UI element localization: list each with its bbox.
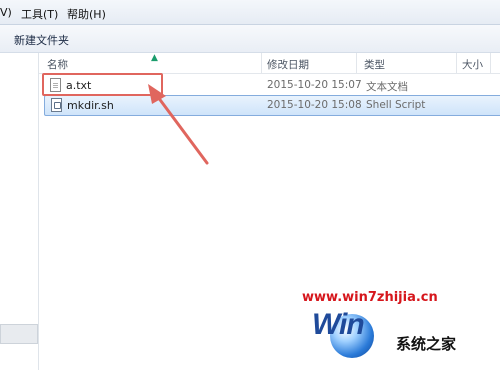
watermark-logo-text: 系统之家 xyxy=(396,335,457,353)
watermark-logo-word: Win xyxy=(312,308,365,341)
watermark-url: www.win7zhijia.cn xyxy=(302,290,438,305)
annotation-arrow-icon xyxy=(148,84,209,165)
